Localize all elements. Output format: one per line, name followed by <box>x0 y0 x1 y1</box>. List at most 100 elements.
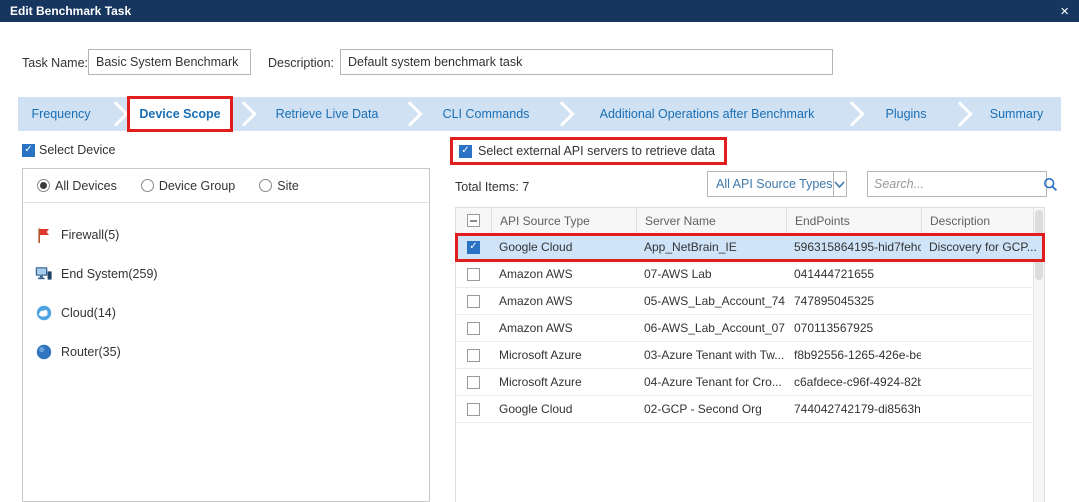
cell-endpoints: 747895045325 <box>786 288 921 314</box>
col-header-endpoints[interactable]: EndPoints <box>786 208 921 233</box>
select-device-checkbox[interactable] <box>22 144 35 157</box>
tab-label: Plugins <box>886 107 927 121</box>
device-type-firewall[interactable]: Firewall(5) <box>35 223 429 247</box>
search-input[interactable] <box>868 172 1043 196</box>
firewall-icon <box>35 227 52 244</box>
radio-all-devices[interactable]: All Devices <box>37 179 117 193</box>
device-type-label: Firewall(5) <box>61 228 119 242</box>
task-name-input[interactable] <box>88 49 251 75</box>
device-type-cloud[interactable]: Cloud(14) <box>35 301 429 325</box>
device-type-label: End System(259) <box>61 267 158 281</box>
cell-endpoints: f8b92556-1265-426e-be... <box>786 342 921 368</box>
cell-api-source-type: Amazon AWS <box>491 315 636 341</box>
table-header: API Source Type Server Name EndPoints De… <box>456 208 1044 234</box>
cell-server-name: App_NetBrain_IE <box>636 234 786 260</box>
radio-site[interactable]: Site <box>259 179 299 193</box>
description-input[interactable] <box>340 49 833 75</box>
cell-description <box>921 261 1044 287</box>
router-icon <box>35 344 52 361</box>
row-checkbox[interactable] <box>467 295 480 308</box>
device-type-label: Router(35) <box>61 345 121 359</box>
end-system-icon <box>35 266 52 283</box>
select-device-label: Select Device <box>39 143 115 157</box>
select-all-checkbox[interactable] <box>467 214 480 227</box>
tab-additional-operations[interactable]: Additional Operations after Benchmark <box>574 97 840 131</box>
select-api-servers-checkbox[interactable] <box>459 145 472 158</box>
cell-description <box>921 369 1044 395</box>
row-checkbox[interactable] <box>467 322 480 335</box>
table-row-aws-2[interactable]: Amazon AWS 05-AWS_Lab_Account_74... 7478… <box>456 288 1044 315</box>
select-device-option[interactable]: Select Device <box>22 143 115 157</box>
table-row-azure-2[interactable]: Microsoft Azure 04-Azure Tenant for Cro.… <box>456 369 1044 396</box>
radio-label: All Devices <box>55 179 117 193</box>
tab-label: Device Scope <box>139 107 220 121</box>
radio-dot-icon <box>259 179 272 192</box>
select-api-servers-option[interactable]: Select external API servers to retrieve … <box>450 137 727 165</box>
total-items: Total Items: 7 <box>455 180 529 194</box>
device-type-label: Cloud(14) <box>61 306 116 320</box>
search-icon[interactable] <box>1043 177 1058 192</box>
device-type-list: Firewall(5) End System(259) <box>23 203 429 364</box>
chevron-right-icon <box>550 97 574 131</box>
description-label: Description: <box>268 56 334 70</box>
col-header-api-source-type[interactable]: API Source Type <box>491 208 636 233</box>
col-header-description[interactable]: Description <box>921 208 1044 233</box>
tab-frequency[interactable]: Frequency <box>18 97 104 131</box>
table-row-google-cloud-2[interactable]: Google Cloud 02-GCP - Second Org 7440427… <box>456 396 1044 423</box>
row-checkbox-cell <box>456 396 491 422</box>
tab-device-scope[interactable]: Device Scope <box>128 97 232 131</box>
row-checkbox-cell <box>456 234 491 260</box>
device-type-end-system[interactable]: End System(259) <box>35 262 429 286</box>
cell-server-name: 02-GCP - Second Org <box>636 396 786 422</box>
chevron-down-icon <box>833 172 847 196</box>
table-row-aws-1[interactable]: Amazon AWS 07-AWS Lab 041444721655 <box>456 261 1044 288</box>
window-titlebar: Edit Benchmark Task × <box>0 0 1079 22</box>
row-checkbox-cell <box>456 315 491 341</box>
api-source-type-dropdown[interactable]: All API Source Types <box>707 171 847 197</box>
device-scope-radio-group: All Devices Device Group Site <box>23 169 429 203</box>
cell-api-source-type: Amazon AWS <box>491 288 636 314</box>
table-row-aws-3[interactable]: Amazon AWS 06-AWS_Lab_Account_07... 0701… <box>456 315 1044 342</box>
col-header-server-name[interactable]: Server Name <box>636 208 786 233</box>
tab-label: Frequency <box>31 107 90 121</box>
api-server-table: API Source Type Server Name EndPoints De… <box>455 207 1045 502</box>
cell-server-name: 05-AWS_Lab_Account_74... <box>636 288 786 314</box>
chevron-right-icon <box>398 97 422 131</box>
radio-label: Device Group <box>159 179 235 193</box>
tab-label: CLI Commands <box>443 107 530 121</box>
cell-description <box>921 288 1044 314</box>
row-checkbox[interactable] <box>467 268 480 281</box>
row-checkbox-cell <box>456 342 491 368</box>
table-row-google-cloud-1[interactable]: Google Cloud App_NetBrain_IE 59631586419… <box>456 234 1044 261</box>
cell-api-source-type: Google Cloud <box>491 396 636 422</box>
radio-label: Site <box>277 179 299 193</box>
task-name-label: Task Name: <box>22 56 88 70</box>
row-checkbox[interactable] <box>467 376 480 389</box>
cell-description <box>921 396 1044 422</box>
close-icon[interactable]: × <box>1060 4 1069 19</box>
device-panel: All Devices Device Group Site Firewall(5… <box>22 168 430 502</box>
row-checkbox[interactable] <box>467 241 480 254</box>
tab-label: Retrieve Live Data <box>276 107 379 121</box>
cell-endpoints: 596315864195-hid7fehc... <box>786 234 921 260</box>
tab-retrieve-live-data[interactable]: Retrieve Live Data <box>256 97 398 131</box>
row-checkbox[interactable] <box>467 403 480 416</box>
cell-api-source-type: Microsoft Azure <box>491 369 636 395</box>
cell-description <box>921 315 1044 341</box>
tab-summary[interactable]: Summary <box>972 97 1061 131</box>
device-type-router[interactable]: Router(35) <box>35 340 429 364</box>
cell-server-name: 04-Azure Tenant for Cro... <box>636 369 786 395</box>
radio-dot-icon <box>37 179 50 192</box>
row-checkbox-cell <box>456 261 491 287</box>
search-box <box>867 171 1047 197</box>
table-row-azure-1[interactable]: Microsoft Azure 03-Azure Tenant with Tw.… <box>456 342 1044 369</box>
cell-endpoints: c6afdece-c96f-4924-82b... <box>786 369 921 395</box>
cell-endpoints: 070113567925 <box>786 315 921 341</box>
tab-plugins[interactable]: Plugins <box>864 97 948 131</box>
row-checkbox[interactable] <box>467 349 480 362</box>
radio-device-group[interactable]: Device Group <box>141 179 235 193</box>
row-checkbox-cell <box>456 288 491 314</box>
cell-server-name: 07-AWS Lab <box>636 261 786 287</box>
window-title: Edit Benchmark Task <box>10 4 131 18</box>
tab-cli-commands[interactable]: CLI Commands <box>422 97 550 131</box>
